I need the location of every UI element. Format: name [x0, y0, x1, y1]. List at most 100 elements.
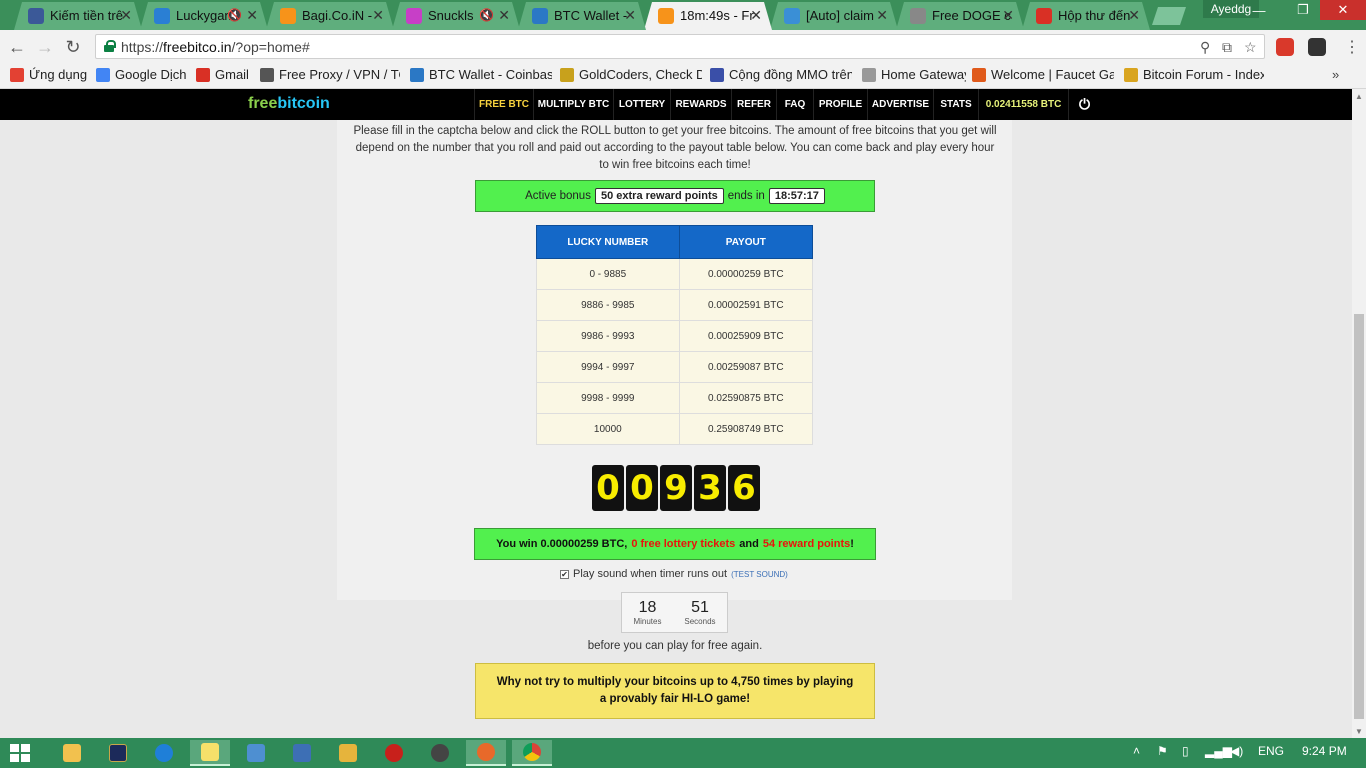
tab-close-icon[interactable]: ✕	[372, 7, 384, 24]
bookmark-item[interactable]: Gmail	[196, 67, 249, 82]
tab-title: Hộp thư đến	[1058, 8, 1131, 23]
page-scrollbar[interactable]: ▲ ▼	[1352, 89, 1366, 738]
nav-faq[interactable]: FAQ	[776, 89, 813, 120]
league-app-icon[interactable]	[98, 740, 138, 766]
restore-icon[interactable]: ❐	[1288, 0, 1318, 20]
remote-desktop-icon[interactable]	[282, 740, 322, 766]
scroll-down-icon[interactable]: ▼	[1352, 724, 1366, 738]
chrome-icon[interactable]	[512, 740, 552, 766]
bookmark-item[interactable]: Ứng dụng	[10, 67, 87, 82]
tray-clock[interactable]: 9:24 PM	[1302, 744, 1347, 758]
test-sound-link[interactable]: (TEST SOUND)	[731, 570, 788, 579]
extension-santa-icon[interactable]	[1276, 38, 1294, 56]
tray-expand-icon[interactable]: ˄	[1133, 744, 1140, 758]
windows-start-icon[interactable]	[10, 744, 30, 762]
tab-close-icon[interactable]: ✕	[120, 7, 132, 24]
roll-result: 00936	[592, 465, 760, 511]
bookmark-item[interactable]: BTC Wallet - Coinbase	[410, 67, 552, 82]
nav-profile[interactable]: PROFILE	[813, 89, 867, 120]
back-icon[interactable]: ←	[6, 36, 28, 58]
bookmark-star-icon[interactable]: ☆	[1244, 39, 1257, 56]
settings-gear-icon[interactable]	[420, 740, 460, 766]
tool-app-icon[interactable]	[328, 740, 368, 766]
bookmark-item[interactable]: Welcome | Faucet Gar	[972, 67, 1114, 82]
browser-menu-icon[interactable]: ⋮	[1344, 37, 1360, 57]
bookmark-item[interactable]: Cộng đồng MMO trên	[710, 67, 852, 82]
minutes-label: Minutes	[633, 617, 662, 626]
browser-tab[interactable]: Luckygam 🔇 ✕	[140, 2, 268, 30]
bookmark-item[interactable]: Free Proxy / VPN / TO	[260, 67, 400, 82]
tab-close-icon[interactable]: ✕	[624, 7, 636, 24]
table-row: 9998 - 9999 0.02590875 BTC	[536, 382, 814, 414]
notes-app-icon[interactable]	[190, 740, 230, 766]
tab-muted-icon[interactable]: 🔇	[479, 8, 494, 22]
multiply-promo-banner[interactable]: Why not try to multiply your bitcoins up…	[475, 663, 875, 719]
scrollbar-thumb[interactable]	[1354, 314, 1364, 719]
tab-muted-icon[interactable]: 🔇	[227, 8, 242, 22]
scroll-up-icon[interactable]: ▲	[1352, 89, 1366, 103]
translate-icon[interactable]: ⧉	[1222, 39, 1232, 56]
nav-rewards[interactable]: REWARDS	[670, 89, 731, 120]
new-tab-button[interactable]	[1152, 7, 1186, 25]
tab-close-icon[interactable]: ✕	[750, 7, 762, 24]
bookmarks-overflow-icon[interactable]: »	[1332, 67, 1339, 82]
tab-title: [Auto] claim	[806, 8, 874, 23]
win-and: and	[739, 538, 759, 550]
firefox-icon[interactable]	[466, 740, 506, 766]
extension-dark-icon[interactable]	[1308, 38, 1326, 56]
intro-text: Please fill in the captcha below and cli…	[353, 125, 997, 171]
tab-close-icon[interactable]: ✕	[246, 7, 258, 24]
browser-tab[interactable]: BTC Wallet - ✕	[518, 2, 646, 30]
bookmark-label: Gmail	[215, 67, 249, 82]
nav-multiply-btc[interactable]: MULTIPLY BTC	[533, 89, 613, 120]
forward-icon[interactable]: →	[34, 36, 56, 58]
nav-stats[interactable]: STATS	[933, 89, 978, 120]
browser-tab[interactable]: Kiếm tiền trê ✕	[14, 2, 142, 30]
zoom-icon[interactable]: ⚲	[1200, 39, 1210, 56]
nav-free-btc[interactable]: FREE BTC	[474, 89, 533, 120]
tab-close-icon[interactable]: ✕	[498, 7, 510, 24]
tray-battery-icon[interactable]: ▯	[1182, 744, 1189, 758]
tray-flag-icon[interactable]: ⚑	[1157, 744, 1168, 758]
red-app-icon[interactable]	[374, 740, 414, 766]
tray-network-icon[interactable]: ▂▄▆	[1205, 744, 1232, 758]
address-bar[interactable]: https://freebitco.in/?op=home# ⚲ ⧉ ☆	[95, 34, 1265, 59]
bookmark-label: GoldCoders, Check Do	[579, 67, 702, 82]
close-window-icon[interactable]: ✕	[1320, 0, 1366, 20]
browser-tab[interactable]: [Auto] claim ✕	[770, 2, 898, 30]
logout-power-icon[interactable]: ⏻	[1068, 89, 1100, 120]
browser-tab[interactable]: Snuckls 🔇 ✕	[392, 2, 520, 30]
faucet-icon	[972, 67, 986, 82]
bookmark-item[interactable]: Home Gateway	[862, 67, 966, 82]
balance-display[interactable]: 0.02411558 BTC	[978, 89, 1068, 120]
bookmark-item[interactable]: Google Dịch	[96, 67, 187, 82]
star-icon	[154, 8, 170, 24]
nav-refer[interactable]: REFER	[731, 89, 776, 120]
tab-close-icon[interactable]: ✕	[1128, 7, 1140, 24]
tab-close-icon[interactable]: ✕	[1002, 7, 1014, 24]
reload-icon[interactable]: ↻	[62, 36, 84, 58]
nav-lottery[interactable]: LOTTERY	[613, 89, 670, 120]
table-row: 9886 - 9985 0.00002591 BTC	[536, 289, 814, 321]
file-explorer-icon[interactable]	[52, 740, 92, 766]
browser-tab[interactable]: 18m:49s - Fr ✕	[644, 2, 772, 30]
tray-language[interactable]: ENG	[1258, 744, 1284, 758]
bookmark-label: Home Gateway	[881, 67, 966, 82]
browser-tab[interactable]: Bagi.Co.iN - ✕	[266, 2, 394, 30]
bookmark-item[interactable]: GoldCoders, Check Do	[560, 67, 702, 82]
minimize-icon[interactable]: —	[1244, 0, 1274, 20]
bookmark-item[interactable]: Bitcoin Forum - Index	[1124, 67, 1264, 82]
roll-digit: 0	[592, 465, 624, 511]
network-app-icon[interactable]	[236, 740, 276, 766]
s-logo-icon	[406, 8, 422, 24]
play-sound-checkbox[interactable]: ✔	[560, 569, 569, 579]
nav-advertise[interactable]: ADVERTISE	[867, 89, 933, 120]
browser-tab[interactable]: Hộp thư đến ✕	[1022, 2, 1150, 30]
edge-browser-icon[interactable]	[144, 740, 184, 766]
tab-close-icon[interactable]: ✕	[876, 7, 888, 24]
site-logo[interactable]: freebitcoin	[248, 95, 330, 113]
roll-digit: 9	[660, 465, 692, 511]
tray-volume-icon[interactable]: ◀)	[1230, 744, 1243, 758]
browser-tab[interactable]: Free DOGE c ✕	[896, 2, 1024, 30]
bookmark-label: Cộng đồng MMO trên	[729, 67, 852, 82]
